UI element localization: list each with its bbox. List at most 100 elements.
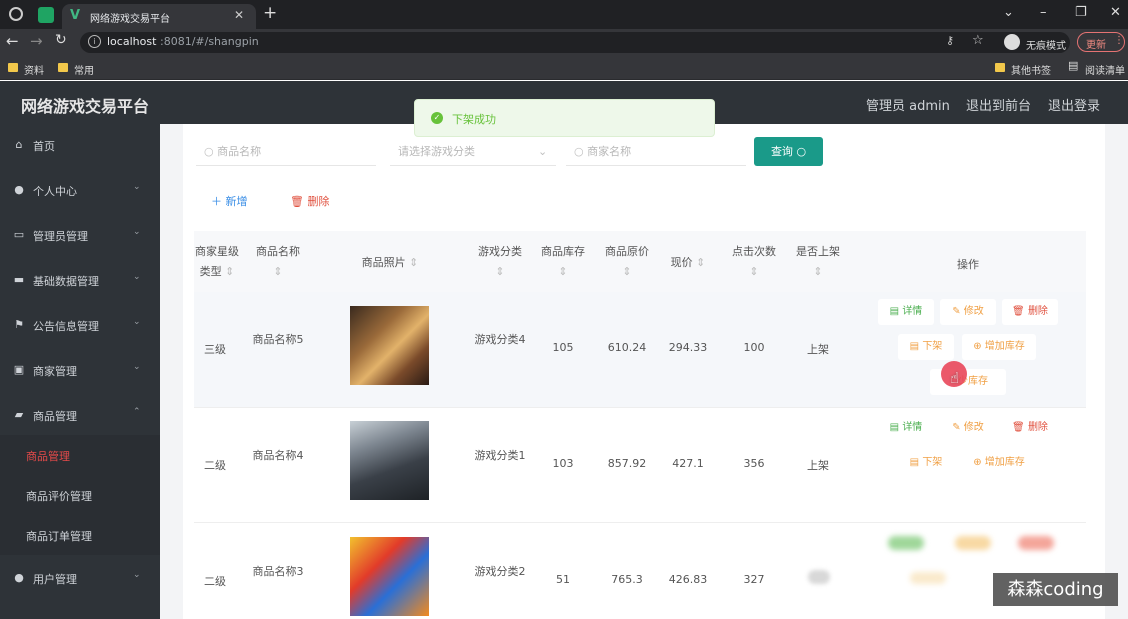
cell-name: 商品名称3 <box>252 565 304 578</box>
sidebar-item-merchant[interactable]: ▣ 商家管理 ⌄ <box>0 349 160 394</box>
sort-icon: ⇕ <box>409 256 419 269</box>
cell-now: 426.83 <box>668 573 708 586</box>
off-shelf-button[interactable]: ▤ 下架 <box>898 334 954 360</box>
sidebar-item-goods[interactable]: ▰ 商品管理 ⌃ <box>0 394 160 439</box>
merchant-name-placeholder: 商家名称 <box>587 145 632 158</box>
edit-button[interactable]: ✎ 修改 <box>940 415 996 441</box>
url-host: localhost <box>107 35 157 48</box>
url-field[interactable]: i localhost :8081/#/shangpin ⚷ ☆ <box>80 32 1070 53</box>
goods-name-placeholder: 商品名称 <box>217 145 262 158</box>
query-button[interactable]: 查询 ○ <box>754 137 823 166</box>
row-delete-button[interactable]: 🗑 删除 <box>1002 415 1058 441</box>
forward-icon[interactable]: → <box>30 32 43 50</box>
hand-cursor-icon: ☝ <box>950 369 960 387</box>
browser-menu-icon[interactable] <box>9 7 23 21</box>
sidebar-item-admin[interactable]: ▭ 管理员管理 ⌄ <box>0 214 160 259</box>
tab-title: 网络游戏交易平台 <box>90 14 170 25</box>
merchant-name-input[interactable]: ○ 商家名称 <box>566 138 746 166</box>
col-header-price[interactable]: 商品原价 ⇕ <box>600 242 654 282</box>
detail-button-loading[interactable] <box>888 536 924 550</box>
reading-list[interactable]: 阅读清单 <box>1085 62 1125 77</box>
sidebar-subitem-goods-review[interactable]: 商品评价管理 <box>0 475 160 515</box>
minimize-icon[interactable]: – <box>1040 5 1047 20</box>
col-header-name[interactable]: 商品名称 ⇕ <box>252 242 304 282</box>
tab-search-icon[interactable]: ⌄ <box>1003 5 1014 20</box>
incognito-label: 无痕模式 <box>1026 41 1066 52</box>
briefcase-icon: ▰ <box>14 408 24 421</box>
category-select[interactable]: 请选择游戏分类 ⌄ <box>390 138 556 166</box>
off-shelf-label: 下架 <box>922 341 943 352</box>
col-header-clicks[interactable]: 点击次数 ⇕ <box>726 242 782 282</box>
search-icon: ○ <box>204 145 214 158</box>
delete-button-loading[interactable] <box>1018 536 1054 550</box>
close-window-icon[interactable]: ✕ <box>1110 5 1121 20</box>
restore-icon[interactable]: ❐ <box>1075 5 1087 20</box>
off-shelf-button[interactable]: ▤ 下架 <box>898 450 954 476</box>
cell-star: 三级 <box>204 343 226 356</box>
col-header-label: 商品名称 <box>256 245 300 258</box>
col-header-on-shelf[interactable]: 是否上架 ⇕ <box>790 242 846 282</box>
chevron-down-icon: ⌄ <box>133 182 141 192</box>
chevron-down-icon: ⌄ <box>133 227 141 237</box>
chat-icon: ▭ <box>13 228 25 241</box>
col-header-now[interactable]: 现价 ⇕ <box>662 254 714 270</box>
sidebar-subitem-goods-manage[interactable]: 商品管理 <box>0 435 160 475</box>
bookmark-folder-1[interactable]: 资料 <box>24 62 44 77</box>
row-delete-button[interactable]: 🗑 删除 <box>1002 299 1058 325</box>
add-stock-button[interactable]: ⊕ 增加库存 <box>962 450 1036 476</box>
key-icon[interactable]: ⚷ <box>946 34 954 47</box>
sidebar-subitem-label: 商品管理 <box>26 450 70 463</box>
col-header-star[interactable]: 商家星级类型 ⇕ <box>194 242 240 282</box>
add-stock-button[interactable]: ⊕ 增加库存 <box>962 334 1036 360</box>
sort-icon: ⇕ <box>813 265 823 278</box>
document-icon: ▤ <box>909 457 920 468</box>
tab-close-icon[interactable]: ✕ <box>234 8 244 22</box>
chevron-down-icon: ⌄ <box>133 272 141 282</box>
detail-button[interactable]: ▤ 详情 <box>878 415 934 441</box>
goods-photo[interactable] <box>350 421 429 500</box>
add-label: 新增 <box>225 195 248 208</box>
update-button[interactable]: 更新 ⋮ <box>1077 32 1125 52</box>
col-header-category[interactable]: 游戏分类 ⇕ <box>474 242 526 282</box>
edit-button-loading[interactable] <box>955 536 991 550</box>
sidebar-item-basic-data[interactable]: ▬ 基础数据管理 ⌄ <box>0 259 160 304</box>
sort-icon: ⇕ <box>749 265 759 278</box>
goods-name-input[interactable]: ○ 商品名称 <box>196 138 376 166</box>
edit-button[interactable]: ✎ 修改 <box>940 299 996 325</box>
logout-link[interactable]: 退出登录 <box>1048 95 1100 114</box>
back-icon[interactable]: ← <box>6 32 19 50</box>
trash-icon: 🗑 <box>1012 422 1025 433</box>
user-icon: ● <box>14 571 24 584</box>
star-icon[interactable]: ☆ <box>972 33 984 48</box>
sidebar-item-home[interactable]: ⌂ 首页 <box>0 124 160 169</box>
sidebar-item-personal[interactable]: ● 个人中心 ⌄ <box>0 169 160 214</box>
sidebar-subitem-goods-order[interactable]: 商品订单管理 <box>0 515 160 555</box>
folder-icon <box>58 63 68 72</box>
cell-clicks: 100 <box>743 341 765 354</box>
sidebar-item-users[interactable]: ● 用户管理 ⌄ <box>0 557 160 602</box>
back-to-front-link[interactable]: 退出到前台 <box>966 95 1031 114</box>
off-shelf-button-loading[interactable] <box>910 572 946 584</box>
delete-button[interactable]: 🗑 删除 <box>290 193 329 209</box>
other-bookmarks[interactable]: 其他书签 <box>1011 62 1051 77</box>
detail-button[interactable]: ▤ 详情 <box>878 299 934 325</box>
detail-label: 详情 <box>902 422 923 433</box>
info-icon: i <box>88 35 101 48</box>
col-header-label: 操作 <box>957 258 979 271</box>
reload-icon[interactable]: ↻ <box>55 32 67 48</box>
col-header-photo[interactable]: 商品照片 ⇕ <box>330 254 450 270</box>
edit-label: 修改 <box>963 422 984 433</box>
folder-icon <box>8 63 18 72</box>
goods-photo[interactable] <box>350 306 429 385</box>
add-button[interactable]: ＋ 新增 <box>211 193 248 209</box>
bookmark-folder-2[interactable]: 常用 <box>74 62 94 77</box>
delete-label: 删除 <box>1027 422 1048 433</box>
col-header-stock[interactable]: 商品库存 ⇕ <box>536 242 590 282</box>
cell-price: 610.24 <box>607 341 647 354</box>
sidebar-item-notice[interactable]: ⚑ 公告信息管理 ⌄ <box>0 304 160 349</box>
cell-stock: 51 <box>556 573 570 586</box>
active-tab[interactable]: V 网络游戏交易平台 ✕ <box>62 4 256 29</box>
new-tab-icon[interactable]: + <box>263 3 277 23</box>
sheet-tab-icon[interactable] <box>38 7 54 23</box>
goods-photo[interactable] <box>350 537 429 616</box>
